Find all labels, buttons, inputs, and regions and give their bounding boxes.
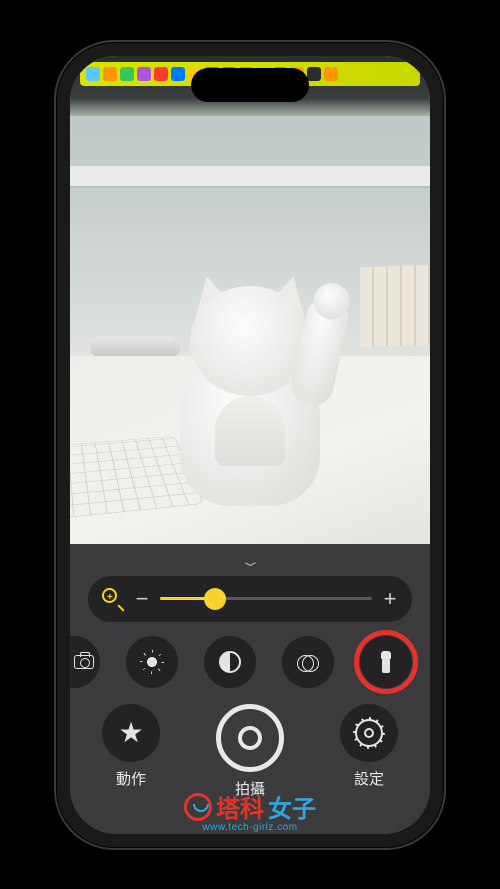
zoom-slider-container: + − +	[88, 576, 412, 622]
camera-viewfinder[interactable]	[70, 56, 430, 544]
filters-icon	[296, 650, 320, 674]
watermark-logo-icon	[184, 793, 212, 821]
camera-icon	[74, 655, 94, 669]
chevron-down-icon[interactable]: ⌄	[239, 552, 262, 570]
zoom-slider-thumb[interactable]	[204, 588, 226, 610]
contrast-icon	[219, 651, 241, 673]
watermark-text-red: 塔科	[216, 789, 264, 824]
flashlight-icon	[381, 651, 391, 673]
filters-button[interactable]	[282, 636, 334, 688]
watermark-text-blue: 女子	[268, 789, 316, 824]
shutter-button[interactable]	[216, 704, 284, 772]
watermark: 塔科女子 www.tech-girlz.com	[184, 789, 316, 833]
watermark-url: www.tech-girlz.com	[184, 822, 316, 833]
settings-button[interactable]	[340, 704, 398, 762]
brightness-icon	[141, 651, 163, 673]
scene-books	[360, 264, 430, 346]
shutter-icon	[238, 726, 262, 750]
flashlight-button[interactable]	[360, 636, 412, 688]
dynamic-island	[191, 68, 309, 102]
bottom-row: ★ 動作 拍攝 設定	[88, 704, 412, 799]
zoom-in-button[interactable]: +	[382, 586, 398, 612]
scene-maneki-cat	[165, 256, 335, 506]
phone-frame: ⌄ + − +	[54, 40, 446, 850]
magnifier-plus-icon[interactable]: +	[102, 588, 124, 610]
brightness-button[interactable]	[126, 636, 178, 688]
scene-shelf	[70, 166, 430, 188]
contrast-button[interactable]	[204, 636, 256, 688]
zoom-out-button[interactable]: −	[134, 586, 150, 612]
star-icon: ★	[118, 719, 143, 747]
gear-icon	[355, 719, 383, 747]
camera-switch-button[interactable]	[70, 636, 100, 688]
activities-label: 動作	[116, 768, 146, 789]
activities-button[interactable]: ★	[102, 704, 160, 762]
zoom-slider[interactable]	[160, 597, 372, 600]
settings-label: 設定	[354, 768, 384, 789]
adjustment-row	[88, 636, 412, 688]
screen: ⌄ + − +	[70, 56, 430, 834]
